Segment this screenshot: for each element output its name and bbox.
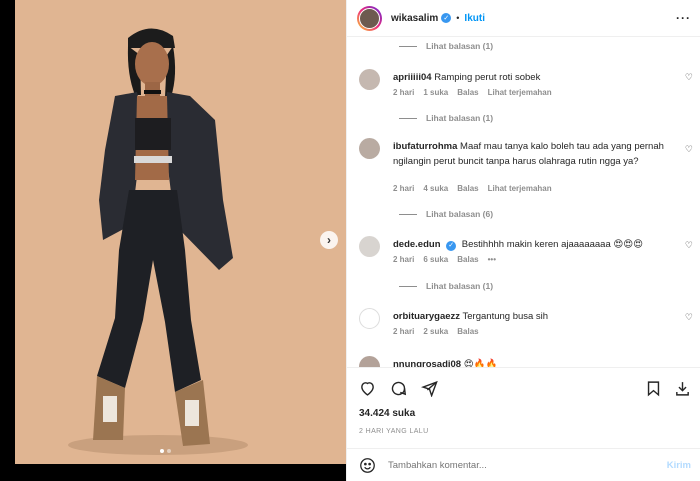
verified-badge-icon: ✓ [446, 240, 457, 251]
comment-content: 😍🔥🔥 [463, 359, 498, 367]
comment-username[interactable]: apriiiii04 [393, 72, 432, 83]
comment-more-icon[interactable]: ••• [488, 255, 496, 264]
comment-likes[interactable]: 4 suka [423, 184, 448, 193]
like-heart-icon[interactable] [359, 380, 376, 397]
divider [399, 117, 417, 119]
comment-item: nnungrosadi08 😍🔥🔥 [359, 356, 699, 367]
like-comment-heart-icon[interactable]: ♡ [685, 240, 693, 251]
author-username[interactable]: wikasalim [391, 13, 438, 24]
divider [399, 213, 417, 215]
comment-likes[interactable]: 1 suka [423, 88, 448, 97]
model-illustration [15, 0, 346, 464]
comment-meta: 2 hari 4 suka Balas Lihat terjemahan [393, 184, 552, 193]
carousel-dot [167, 449, 171, 453]
avatar[interactable] [359, 356, 380, 367]
add-comment-bar: Kirim [347, 448, 700, 481]
post-header: wikasalim ✓ • Ikuti ··· [347, 0, 700, 37]
like-comment-heart-icon[interactable]: ♡ [685, 144, 693, 155]
story-ring[interactable] [357, 5, 382, 31]
comment-text: orbituarygaezz Tergantung busa sih [393, 309, 671, 324]
comment-text: dede.edun ✓ Bestihhhh makin keren ajaaaa… [393, 237, 671, 252]
like-comment-heart-icon[interactable]: ♡ [685, 72, 693, 83]
likes-count[interactable]: 34.424 suka [359, 408, 415, 419]
header-separator: • [456, 13, 460, 23]
follow-button[interactable]: Ikuti [464, 13, 485, 24]
comment-likes[interactable]: 2 suka [423, 327, 448, 336]
download-icon[interactable] [674, 380, 691, 397]
view-replies-label: Lihat balasan (1) [426, 281, 494, 291]
reply-button[interactable]: Balas [457, 184, 478, 193]
carousel-next-button[interactable]: › [320, 231, 338, 249]
emoji-smiley-icon[interactable] [359, 457, 376, 474]
comment-text: apriiiii04 Ramping perut roti sobek [393, 70, 671, 85]
comment-time: 2 hari [393, 255, 415, 264]
post-photo-frame: › [0, 0, 346, 481]
comment-username[interactable]: dede.edun [393, 239, 441, 250]
comment-content: Tergantung busa sih [462, 311, 549, 322]
comment-time: 2 hari [393, 88, 415, 97]
bookmark-icon[interactable] [645, 380, 662, 397]
share-paper-plane-icon[interactable] [421, 380, 438, 397]
view-replies-button[interactable]: Lihat balasan (6) [399, 209, 493, 219]
reply-button[interactable]: Balas [457, 327, 478, 336]
carousel-dot-active [160, 449, 164, 453]
post-comment-button[interactable]: Kirim [667, 460, 691, 471]
save-group [645, 380, 691, 397]
avatar[interactable] [359, 69, 380, 90]
avatar[interactable] [359, 138, 380, 159]
verified-badge-icon: ✓ [441, 13, 452, 23]
comment-item: apriiiii04 Ramping perut roti sobek 2 ha… [359, 69, 699, 109]
comment-content: Ramping perut roti sobek [434, 72, 541, 83]
view-replies-button[interactable]: Lihat balasan (1) [399, 113, 493, 123]
translate-button[interactable]: Lihat terjemahan [488, 184, 552, 193]
comment-item: ibufaturrohma Maaf mau tanya kalo boleh … [359, 138, 699, 198]
comment-likes[interactable]: 6 suka [423, 255, 448, 264]
comment-time: 2 hari [393, 327, 415, 336]
comment-meta: 2 hari 2 suka Balas [393, 327, 479, 336]
instagram-post-view: › wikasalim ✓ • Ikuti ··· Lihat balasan … [0, 0, 700, 481]
comment-meta: 2 hari 6 suka Balas ••• [393, 255, 496, 264]
chevron-right-icon: › [327, 233, 331, 247]
avatar[interactable] [359, 236, 380, 257]
translate-button[interactable]: Lihat terjemahan [488, 88, 552, 97]
comment-text: ibufaturrohma Maaf mau tanya kalo boleh … [393, 139, 671, 169]
comment-bubble-icon[interactable] [390, 380, 407, 397]
comment-username[interactable]: orbituarygaezz [393, 311, 460, 322]
post-photo [15, 0, 346, 464]
comment-content: Bestihhhh makin keren ajaaaaaaaa 😍😍😍 [461, 239, 644, 250]
comment-input[interactable] [388, 460, 638, 471]
post-side-panel: wikasalim ✓ • Ikuti ··· Lihat balasan (1… [346, 0, 700, 481]
more-options-icon[interactable]: ··· [676, 11, 691, 25]
comment-text: nnungrosadi08 😍🔥🔥 [393, 357, 671, 367]
post-actions: 34.424 suka 2 HARI YANG LALU Kirim [347, 367, 700, 481]
reply-button[interactable]: Balas [457, 88, 478, 97]
comment-username[interactable]: nnungrosadi08 [393, 359, 461, 367]
carousel-indicator [160, 449, 171, 453]
comment-item: orbituarygaezz Tergantung busa sih 2 har… [359, 308, 699, 348]
view-replies-label: Lihat balasan (6) [426, 209, 494, 219]
comment-item: dede.edun ✓ Bestihhhh makin keren ajaaaa… [359, 236, 699, 276]
divider [399, 45, 417, 47]
comment-username[interactable]: ibufaturrohma [393, 141, 457, 152]
comment-meta: 2 hari 1 suka Balas Lihat terjemahan [393, 88, 552, 97]
avatar[interactable] [359, 308, 380, 329]
view-replies-button[interactable]: Lihat balasan (1) [399, 41, 493, 51]
like-comment-heart-icon[interactable]: ♡ [685, 312, 693, 323]
post-timestamp: 2 HARI YANG LALU [359, 428, 429, 435]
view-replies-label: Lihat balasan (1) [426, 41, 494, 51]
view-replies-label: Lihat balasan (1) [426, 113, 494, 123]
avatar[interactable] [359, 7, 380, 29]
reply-button[interactable]: Balas [457, 255, 478, 264]
comment-time: 2 hari [393, 184, 415, 193]
view-replies-button[interactable]: Lihat balasan (1) [399, 281, 493, 291]
divider [399, 285, 417, 287]
comments-list: Lihat balasan (1) apriiiii04 Ramping per… [347, 37, 700, 367]
action-bar [359, 380, 438, 397]
